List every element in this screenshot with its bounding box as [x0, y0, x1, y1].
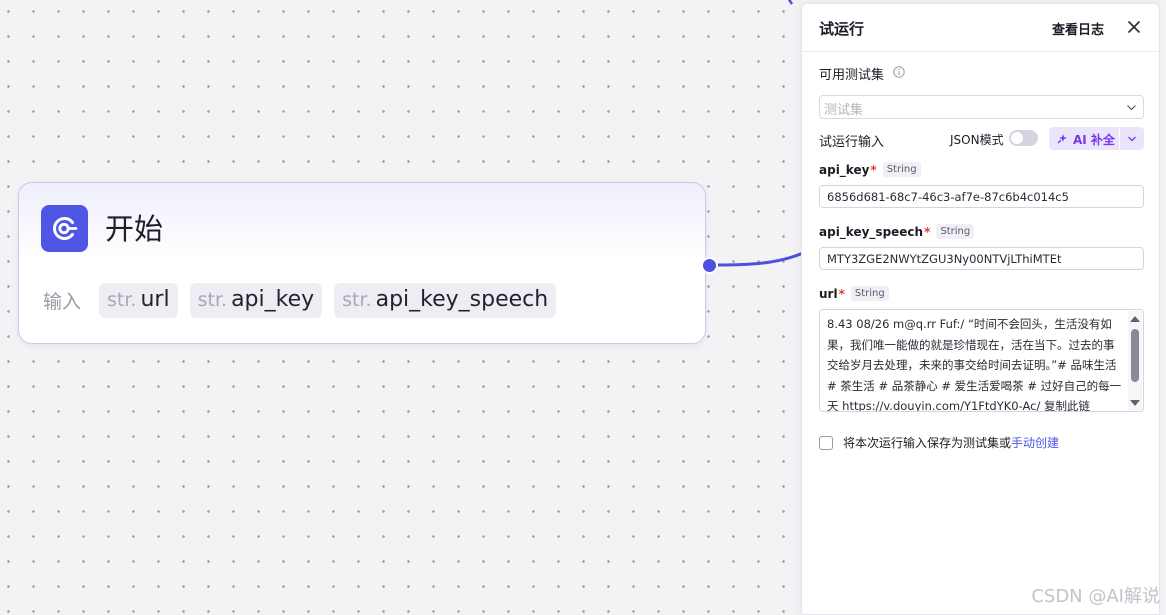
start-node-inputs: 输入 str. url str. api_key str. api_key_sp… — [43, 283, 557, 318]
panel-title: 试运行 — [819, 20, 865, 38]
json-mode-toggle[interactable] — [1009, 130, 1038, 146]
chevron-down-icon — [1128, 136, 1136, 142]
api-key-speech-input[interactable]: MTY3ZGE2NWYtZGU3Ny00NTVjLThiMTEt — [819, 247, 1144, 270]
manual-create-link[interactable]: 手动创建 — [1011, 434, 1059, 451]
start-node-output-handle[interactable] — [701, 257, 718, 274]
field-label-api-key-speech: api_key_speech * String — [819, 224, 975, 239]
var-type: str. — [107, 289, 137, 311]
sparkle-icon — [1057, 134, 1067, 144]
inputs-label: 输入 — [43, 291, 82, 313]
connection-edge — [717, 0, 811, 267]
var-name: url — [140, 287, 170, 312]
field-name: url — [819, 286, 838, 301]
test-set-placeholder: 测试集 — [824, 103, 864, 118]
var-type: str. — [197, 289, 228, 311]
type-badge: String — [850, 286, 889, 301]
test-set-select[interactable]: 测试集 — [819, 95, 1144, 119]
close-icon[interactable] — [1125, 18, 1143, 36]
watermark: CSDN @AI解说 — [1031, 586, 1160, 607]
field-label-api-key: api_key * String — [819, 162, 921, 177]
scroll-thumb[interactable] — [1131, 329, 1139, 382]
var-name: api_key_speech — [375, 287, 549, 312]
textarea-scrollbar[interactable] — [1128, 311, 1142, 410]
field-name: api_key_speech — [819, 224, 924, 239]
required-mark: * — [924, 224, 931, 239]
test-run-panel: 试运行 查看日志 可用测试集 测试集 试运行输入 JSON模式 AI 补全 ap… — [801, 3, 1160, 615]
api-key-input[interactable]: 6856d681-68c7-46c3-af7e-87c6b4c014c5 — [819, 185, 1144, 208]
type-badge: String — [936, 224, 975, 239]
toggle-knob — [1011, 132, 1023, 144]
panel-header: 试运行 查看日志 — [802, 4, 1159, 52]
scroll-down-icon[interactable] — [1130, 400, 1140, 406]
save-test-set-checkbox[interactable] — [819, 435, 833, 450]
start-node-title: 开始 — [105, 212, 164, 246]
view-log-button[interactable]: 查看日志 — [1052, 19, 1104, 38]
field-label-url: url * String — [819, 286, 889, 301]
type-badge: String — [882, 162, 921, 177]
var-type: str. — [342, 289, 372, 311]
ai-complete-button[interactable]: AI 补全 — [1049, 127, 1119, 150]
chevron-down-icon — [1127, 105, 1136, 111]
required-mark: * — [870, 162, 877, 177]
url-textarea[interactable]: 8.43 08/26 m@q.rr Fuf:/ “时间不会回头，生活没有如果，我… — [819, 309, 1144, 412]
json-mode-label: JSON模式 — [950, 133, 1004, 147]
info-icon[interactable] — [893, 66, 905, 78]
save-test-set-text: 将本次运行输入保存为测试集或 — [843, 436, 1012, 450]
ai-complete-dropdown[interactable] — [1120, 127, 1144, 150]
input-var-api-key-speech: str. api_key_speech — [334, 283, 557, 318]
scroll-up-icon[interactable] — [1130, 316, 1140, 322]
var-name: api_key — [231, 287, 315, 312]
url-value: 8.43 08/26 m@q.rr Fuf:/ “时间不会回头，生活没有如果，我… — [827, 317, 1122, 412]
input-var-url: str. url — [99, 283, 178, 318]
test-set-label: 可用测试集 — [819, 68, 885, 83]
save-as-test-set-row: 将本次运行输入保存为测试集或 手动创建 — [819, 434, 1059, 451]
run-input-label: 试运行输入 — [819, 135, 885, 150]
start-node[interactable]: 开始 输入 str. url str. api_key str. api_key… — [18, 182, 706, 344]
input-var-api-key: str. api_key — [189, 283, 323, 318]
required-mark: * — [838, 286, 845, 301]
field-name: api_key — [819, 162, 870, 177]
start-node-icon — [41, 205, 88, 252]
ai-complete-label: AI 补全 — [1073, 133, 1115, 147]
